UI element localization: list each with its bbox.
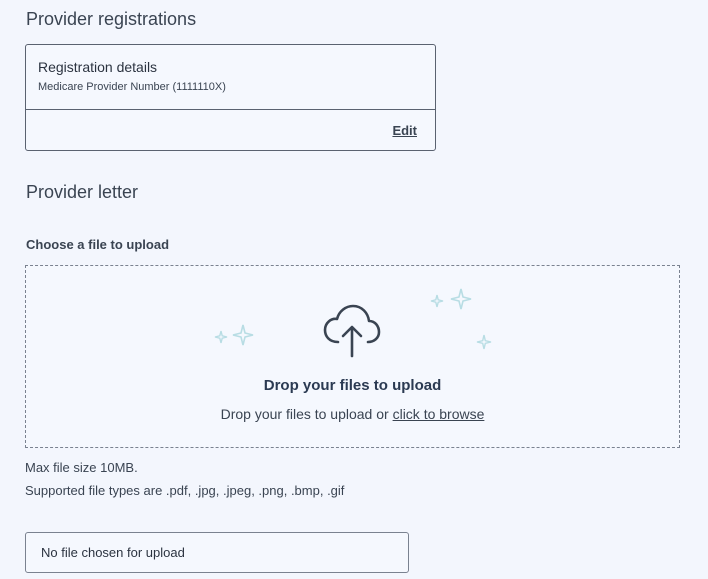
sparkle-icon xyxy=(232,324,254,346)
click-to-browse-link[interactable]: click to browse xyxy=(393,406,485,422)
cloud-upload-icon xyxy=(323,304,381,358)
dropzone-subtitle-text: Drop your files to upload or xyxy=(220,406,393,422)
sparkle-icon xyxy=(476,334,492,350)
sparkle-icon xyxy=(430,294,444,308)
dropzone-subtitle: Drop your files to upload or click to br… xyxy=(26,406,679,422)
upload-field-label: Choose a file to upload xyxy=(26,237,170,252)
edit-registration-link[interactable]: Edit xyxy=(392,123,417,138)
registration-details-heading: Registration details xyxy=(38,59,158,75)
sparkle-icon xyxy=(450,288,472,310)
medicare-provider-number: Medicare Provider Number (1111110X) xyxy=(38,81,226,93)
registration-card-footer: Edit xyxy=(26,110,435,150)
provider-letter-heading: Provider letter xyxy=(26,182,139,202)
registration-card-body: Registration details Medicare Provider N… xyxy=(26,45,435,110)
registration-details-card: Registration details Medicare Provider N… xyxy=(25,44,436,151)
supported-file-types-note: Supported file types are .pdf, .jpg, .jp… xyxy=(25,483,345,498)
max-file-size-note: Max file size 10MB. xyxy=(25,460,138,475)
provider-registrations-heading: Provider registrations xyxy=(26,9,197,29)
dropzone-title: Drop your files to upload xyxy=(263,377,442,394)
file-dropzone[interactable]: Drop your files to upload Drop your file… xyxy=(25,265,680,448)
sparkle-icon xyxy=(214,330,228,344)
file-status-box: No file chosen for upload xyxy=(25,532,409,573)
